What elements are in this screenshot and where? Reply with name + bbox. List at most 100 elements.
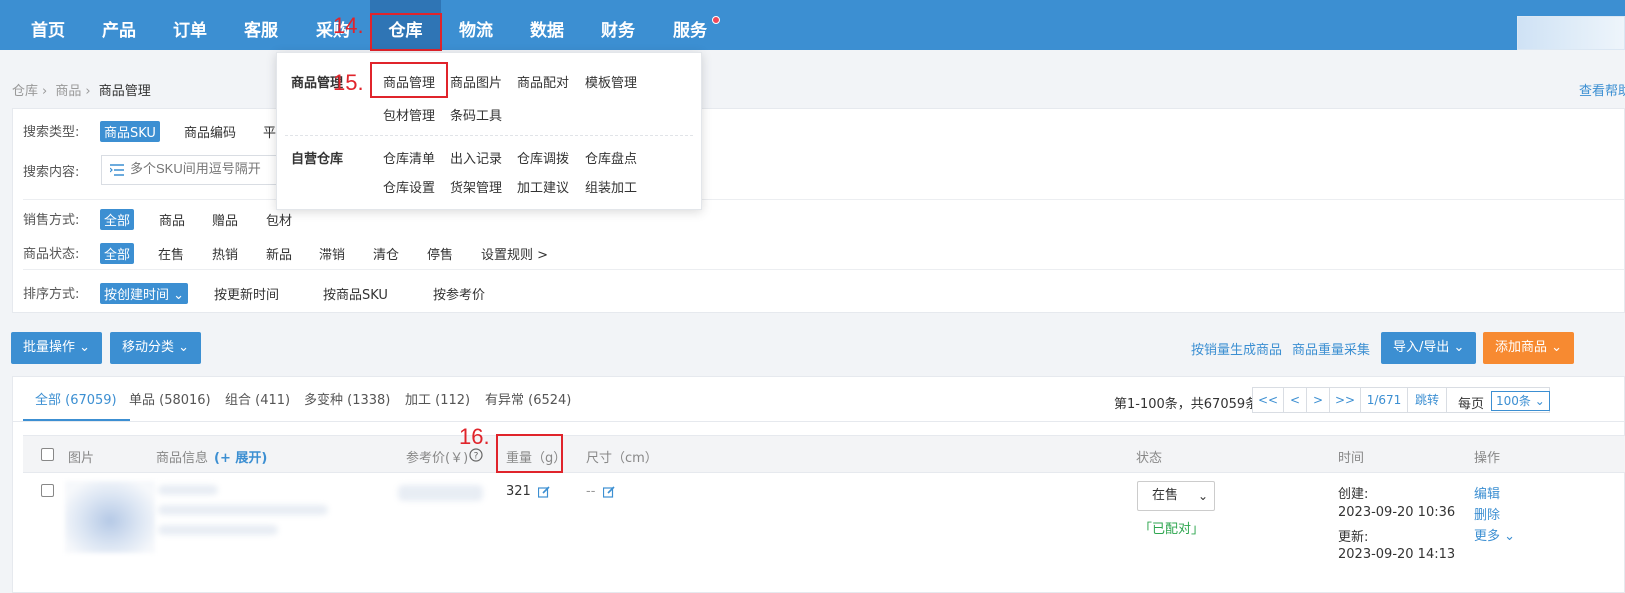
generate-by-sales-link[interactable]: 按销量生成商品 xyxy=(1191,339,1282,358)
search-input-box[interactable] xyxy=(101,155,281,185)
sort-sku[interactable]: 按商品SKU xyxy=(319,283,392,304)
edit-icon[interactable] xyxy=(602,485,615,498)
dd-item-goods-pairing[interactable]: 商品配对 xyxy=(517,72,569,91)
sale-mode-goods[interactable]: 商品 xyxy=(155,209,189,230)
nav-item-data[interactable]: 数据 xyxy=(513,0,581,50)
status-select[interactable]: 在售 ⌄ xyxy=(1137,481,1215,511)
next-page-button[interactable]: > xyxy=(1306,387,1330,413)
sale-mode-packaging[interactable]: 包材 xyxy=(262,209,296,230)
status-slow[interactable]: 滞销 xyxy=(315,243,349,264)
annotation-box-15 xyxy=(370,62,448,98)
dd-item-warehouse-settings[interactable]: 仓库设置 xyxy=(383,177,435,196)
add-goods-button[interactable]: 添加商品 ⌄ xyxy=(1483,332,1575,364)
sale-mode-gift[interactable]: 赠品 xyxy=(208,209,242,230)
sale-mode-all[interactable]: 全部 xyxy=(100,209,135,230)
dd-item-warehouse-list[interactable]: 仓库清单 xyxy=(383,148,435,167)
sort-label: 排序方式: xyxy=(23,287,80,302)
filter-panel: 搜索类型: 商品SKU 商品编码 平 搜索内容: 销售方式: 全部 商品 赠品 … xyxy=(12,108,1625,313)
breadcrumb-warehouse[interactable]: 仓库 xyxy=(12,84,38,99)
chevron-down-icon: ⌄ xyxy=(79,340,91,355)
nav-item-service[interactable]: 客服 xyxy=(227,0,295,50)
nav-item-services[interactable]: 服务 xyxy=(656,0,724,50)
created-label: 创建: xyxy=(1338,487,1369,502)
first-page-button[interactable]: << xyxy=(1252,387,1284,413)
jump-button[interactable]: 跳转 xyxy=(1407,387,1447,413)
blurred-price xyxy=(398,485,483,501)
tab-variants[interactable]: 多变种 (1338) xyxy=(304,389,390,408)
divider xyxy=(23,199,1624,200)
dd-separator xyxy=(285,135,693,136)
th-status: 状态 xyxy=(1136,451,1163,466)
dd-item-assembly[interactable]: 组装加工 xyxy=(585,177,637,196)
dd-item-packaging-manage[interactable]: 包材管理 xyxy=(383,105,435,124)
question-icon[interactable]: ? xyxy=(469,448,483,462)
delete-link[interactable]: 删除 xyxy=(1474,504,1500,523)
status-new[interactable]: 新品 xyxy=(262,243,296,264)
annotation-label-16: 16. xyxy=(459,424,490,449)
last-page-button[interactable]: >> xyxy=(1329,387,1361,413)
status-set-rules[interactable]: 设置规则 > xyxy=(477,243,552,264)
dd-item-processing-advice[interactable]: 加工建议 xyxy=(517,177,569,196)
tab-combo[interactable]: 组合 (411) xyxy=(225,389,290,408)
dd-item-warehouse-transfer[interactable]: 仓库调拨 xyxy=(517,148,569,167)
dd-item-inout-records[interactable]: 出入记录 xyxy=(450,148,502,167)
row-checkbox[interactable] xyxy=(41,484,54,497)
expand-link[interactable]: (+ 展开) xyxy=(214,447,267,466)
sort-price[interactable]: 按参考价 xyxy=(429,283,489,304)
edit-link[interactable]: 编辑 xyxy=(1474,483,1500,502)
per-page-label: 每页 xyxy=(1458,397,1485,412)
search-input[interactable] xyxy=(130,161,280,176)
user-area[interactable] xyxy=(1517,16,1625,50)
page-indicator[interactable]: 1/671 xyxy=(1360,387,1408,413)
edit-icon[interactable] xyxy=(537,485,550,498)
nav-item-logistics[interactable]: 物流 xyxy=(442,0,510,50)
tab-all[interactable]: 全部 (67059) xyxy=(35,389,117,408)
th-size: 尺寸（cm） xyxy=(586,451,658,466)
status-on-sale[interactable]: 在售 xyxy=(154,243,188,264)
blurred-product-text xyxy=(158,525,278,535)
dd-item-stocktake[interactable]: 仓库盘点 xyxy=(585,148,637,167)
pager-summary: 第1-100条，共67059条 xyxy=(1114,397,1259,412)
dd-item-goods-images[interactable]: 商品图片 xyxy=(450,72,502,91)
status-hot[interactable]: 热销 xyxy=(208,243,242,264)
status-clearance[interactable]: 清仓 xyxy=(369,243,403,264)
blurred-product-text xyxy=(158,505,328,515)
nav-item-orders[interactable]: 订单 xyxy=(156,0,224,50)
weight-cell: 321 xyxy=(506,484,550,499)
breadcrumb-goods[interactable]: 商品 xyxy=(55,84,81,99)
nav-item-finance[interactable]: 财务 xyxy=(584,0,652,50)
annotation-box-14 xyxy=(370,13,442,51)
help-link[interactable]: 查看帮助 xyxy=(1579,80,1625,99)
search-type-code[interactable]: 商品编码 xyxy=(180,121,240,142)
nav-item-home[interactable]: 首页 xyxy=(14,0,82,50)
breadcrumb-current: 商品管理 xyxy=(98,84,151,99)
per-page-select[interactable]: 100条 ⌄ xyxy=(1491,391,1550,411)
import-export-button[interactable]: 导入/导出 ⌄ xyxy=(1381,332,1477,364)
created-time: 2023-09-20 10:36 xyxy=(1338,505,1456,520)
tab-processing[interactable]: 加工 (112) xyxy=(405,389,470,408)
tab-single[interactable]: 单品 (58016) xyxy=(129,389,211,408)
weight-value: 321 xyxy=(506,484,531,499)
move-category-label: 移动分类 xyxy=(122,340,175,355)
status-all[interactable]: 全部 xyxy=(100,243,135,264)
sort-updated[interactable]: 按更新时间 xyxy=(210,283,283,304)
product-thumbnail[interactable] xyxy=(65,481,155,553)
chevron-down-icon: ⌄ xyxy=(1197,489,1208,503)
dd-item-barcode-tool[interactable]: 条码工具 xyxy=(450,105,502,124)
batch-operation-button[interactable]: 批量操作 ⌄ xyxy=(11,332,103,364)
sort-created[interactable]: 按创建时间 ⌄ xyxy=(100,283,189,304)
move-category-button[interactable]: 移动分类 ⌄ xyxy=(110,332,202,364)
tab-abnormal[interactable]: 有异常 (6524) xyxy=(485,389,571,408)
batch-operation-label: 批量操作 xyxy=(23,340,76,355)
nav-item-products[interactable]: 产品 xyxy=(85,0,153,50)
more-link[interactable]: 更多 ⌄ xyxy=(1474,525,1515,544)
dd-item-template-manage[interactable]: 模板管理 xyxy=(585,72,637,91)
weight-collect-link[interactable]: 商品重量采集 xyxy=(1292,339,1370,358)
dd-item-shelf-manage[interactable]: 货架管理 xyxy=(450,177,502,196)
th-info: 商品信息 xyxy=(156,451,209,466)
search-type-sku[interactable]: 商品SKU xyxy=(100,121,160,142)
status-stopped[interactable]: 停售 xyxy=(423,243,457,264)
select-all-checkbox[interactable] xyxy=(41,448,54,461)
matched-badge: 「已配对」 xyxy=(1139,522,1205,537)
prev-page-button[interactable]: < xyxy=(1283,387,1307,413)
